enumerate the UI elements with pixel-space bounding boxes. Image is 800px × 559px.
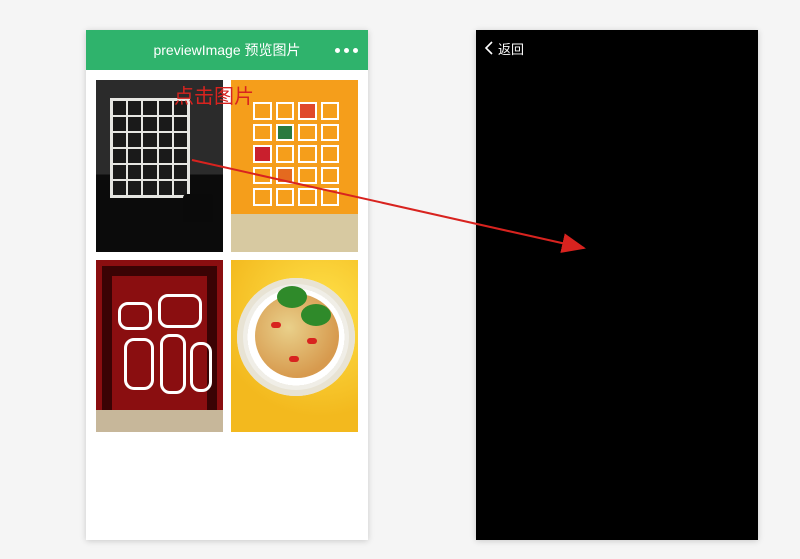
back-label: 返回 bbox=[498, 39, 524, 58]
app-header: previewImage 预览图片 bbox=[86, 30, 368, 70]
annotation-click-image: 点击图片 bbox=[174, 80, 254, 109]
thumbnail-3[interactable] bbox=[96, 260, 223, 432]
shelf-unit bbox=[124, 338, 154, 390]
chili-graphic bbox=[271, 322, 281, 328]
shelf-unit bbox=[160, 334, 186, 394]
shelf-unit bbox=[118, 302, 152, 330]
shelf-unit bbox=[190, 342, 212, 392]
preview-image-area[interactable] bbox=[476, 66, 758, 540]
shelf-unit bbox=[158, 294, 202, 328]
shelf-graphic bbox=[110, 98, 190, 198]
dot-icon bbox=[335, 48, 340, 53]
chevron-left-icon bbox=[484, 41, 494, 55]
chili-graphic bbox=[289, 356, 299, 362]
dot-icon bbox=[353, 48, 358, 53]
chair-graphic bbox=[183, 194, 213, 222]
image-grid bbox=[86, 70, 368, 442]
preview-header-back[interactable]: 返回 bbox=[476, 30, 758, 66]
thumbnail-4[interactable] bbox=[231, 260, 358, 432]
shelf-graphic bbox=[253, 102, 339, 206]
more-menu-button[interactable] bbox=[335, 30, 358, 70]
dot-icon bbox=[344, 48, 349, 53]
app-title: previewImage 预览图片 bbox=[153, 40, 300, 60]
garnish-graphic bbox=[277, 286, 307, 308]
chili-graphic bbox=[307, 338, 317, 344]
phone-mock-right: 返回 bbox=[476, 30, 758, 540]
garnish-graphic bbox=[301, 304, 331, 326]
floor-graphic bbox=[96, 410, 223, 432]
